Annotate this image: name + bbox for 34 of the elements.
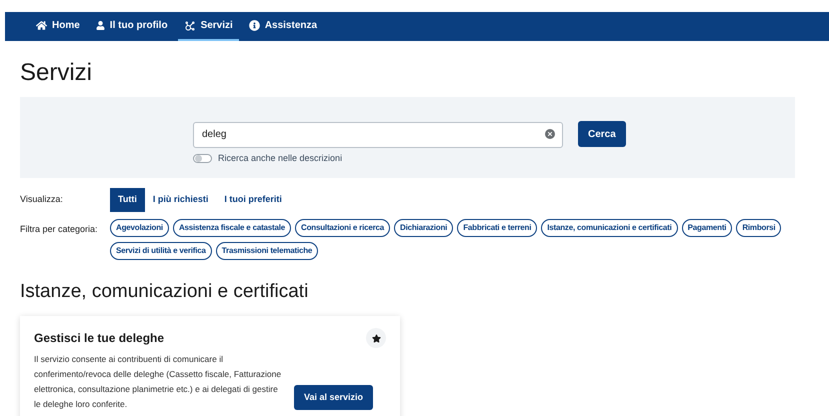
card-title: Gestisci le tue deleghe	[34, 330, 164, 347]
category-chip[interactable]: Assistenza fiscale e catastale	[172, 219, 292, 237]
page-title: Servizi	[20, 58, 92, 88]
category-chip[interactable]: Istanze, comunicazioni e certificati	[541, 219, 678, 237]
nav-tab[interactable]: Servizi	[178, 12, 239, 41]
nav-tab[interactable]: Home	[30, 12, 86, 41]
search-field[interactable]: deleg	[193, 122, 563, 148]
category-chip[interactable]: Servizi di utilità e verifica	[110, 242, 212, 260]
view-tab[interactable]: I più richiesti	[144, 188, 216, 212]
star-icon	[372, 334, 380, 342]
section-heading: Istanze, comunicazioni e certificati	[20, 280, 308, 304]
favorite-button[interactable]	[366, 328, 386, 348]
category-chip[interactable]: Agevolazioni	[110, 219, 169, 237]
search-button[interactable]: Cerca	[578, 121, 626, 147]
home-icon	[36, 20, 47, 31]
view-tab[interactable]: I tuoi preferiti	[216, 188, 290, 212]
filter-label: Filtra per categoria:	[20, 223, 99, 236]
view-tab[interactable]: Tutti	[110, 188, 145, 212]
category-chip[interactable]: Fabbricati e terreni	[457, 219, 538, 237]
card-description: Il servizio consente ai contribuenti di comunicare il conferimento/revoca delle deleghe (Cassetto fiscale, Fatturazione elettronica, consultazione planimetrie etc.) e ai delegati di gestire le deleghe loro conferite.	[34, 353, 282, 411]
service-button[interactable]: Vai al servizio	[294, 385, 374, 410]
network-icon	[184, 20, 196, 32]
toggle-switch[interactable]	[193, 154, 212, 164]
user-icon	[96, 21, 105, 30]
category-chip[interactable]: Consultazioni e ricerca	[295, 219, 390, 237]
nav-tab[interactable]: Il tuo profilo	[90, 12, 174, 41]
nav-tab[interactable]: Assistenza	[242, 12, 324, 41]
category-chip[interactable]: Pagamenti	[682, 219, 732, 237]
category-chip[interactable]: Trasmissioni telematiche	[216, 242, 318, 260]
view-label: Visualizza:	[20, 193, 64, 206]
toggle-label: Ricerca anche nelle descrizioni	[218, 152, 342, 165]
info-icon	[248, 20, 260, 31]
category-chip[interactable]: Dichiarazioni	[394, 219, 454, 237]
category-chip[interactable]: Rimborsi	[736, 219, 782, 237]
